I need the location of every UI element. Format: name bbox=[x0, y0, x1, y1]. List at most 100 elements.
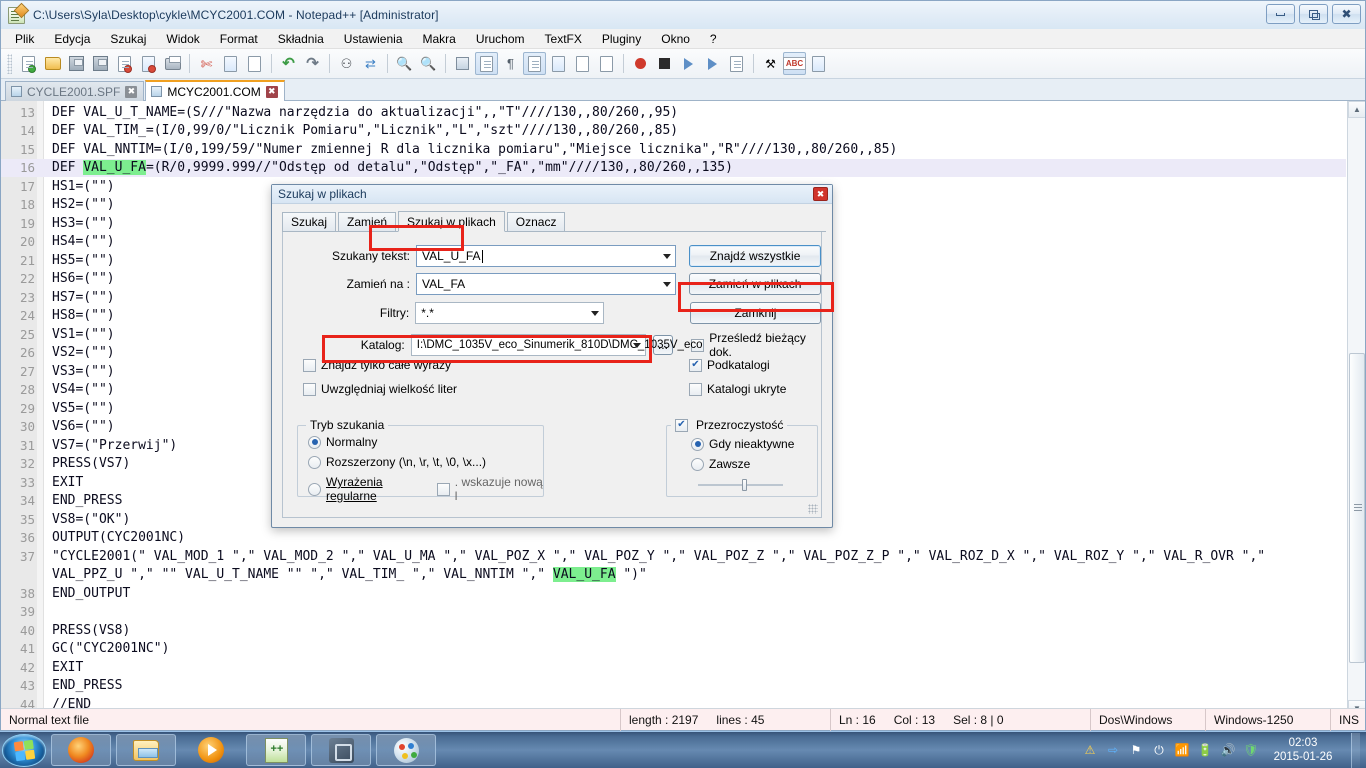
checkbox-hidden-directories[interactable]: Katalogi ukryte bbox=[689, 382, 786, 396]
save-macro-button[interactable] bbox=[725, 52, 748, 75]
menu-edycja[interactable]: Edycja bbox=[44, 30, 100, 48]
shield-ok-icon[interactable]: 🛡 bbox=[1243, 742, 1259, 758]
replace-in-files-button[interactable]: Zamień w plikach bbox=[689, 273, 821, 295]
find-in-files-dialog[interactable]: Szukaj w plikach ✖ Szukaj Zamień Szukaj … bbox=[271, 184, 834, 528]
transparency-title-row[interactable]: Przezroczystość bbox=[671, 418, 788, 432]
menu-ustawienia[interactable]: Ustawienia bbox=[334, 30, 413, 48]
user-lang-button[interactable] bbox=[547, 52, 570, 75]
undo-button[interactable]: ↶ bbox=[277, 52, 300, 75]
maximize-button[interactable] bbox=[1299, 4, 1328, 24]
start-button[interactable] bbox=[2, 733, 46, 767]
editor-line[interactable]: 40 PRESS(VS8) bbox=[1, 621, 1346, 640]
tab-szukaj-w-plikach[interactable]: Szukaj w plikach bbox=[398, 211, 505, 232]
editor-line[interactable]: 14 DEF VAL_TIM_=(I/0,99/0/"Licznik Pomiar… bbox=[1, 122, 1346, 141]
editor-line[interactable]: VAL_PPZ_U "," "" VAL_U_T_NAME "" "," VAL… bbox=[1, 566, 1346, 585]
radio-button[interactable] bbox=[308, 435, 321, 449]
flag-error-icon[interactable]: ⚑ bbox=[1128, 742, 1144, 758]
save-all-button[interactable] bbox=[89, 52, 112, 75]
editor-line[interactable]: 36 OUTPUT(CYC2001NC) bbox=[1, 529, 1346, 548]
cut-button[interactable]: ✄ bbox=[195, 52, 218, 75]
taskbar-clock[interactable]: 02:03 2015-01-26 bbox=[1266, 736, 1340, 764]
chevron-down-icon[interactable] bbox=[632, 343, 641, 348]
dialog-close-button[interactable]: ✖ bbox=[813, 187, 828, 201]
radio-when-inactive[interactable]: Gdy nieaktywne bbox=[691, 437, 794, 451]
tab-mcyc2001-com[interactable]: MCYC2001.COM ✖ bbox=[145, 80, 285, 101]
tab-zamien[interactable]: Zamień bbox=[338, 212, 397, 231]
editor-line[interactable]: 43 END_PRESS bbox=[1, 677, 1346, 696]
checkbox-track-current-doc[interactable]: Prześledź bieżący dok. bbox=[691, 331, 821, 359]
print-button[interactable] bbox=[161, 52, 184, 75]
toolbar-grip[interactable] bbox=[7, 53, 12, 74]
run-button[interactable]: ⚒ bbox=[759, 52, 782, 75]
sync-arrow-icon[interactable]: ⇨ bbox=[1105, 742, 1121, 758]
scroll-up-arrow-icon[interactable]: ▲ bbox=[1348, 101, 1365, 118]
func-list-button[interactable] bbox=[595, 52, 618, 75]
replace-button[interactable]: ⇄ bbox=[359, 52, 382, 75]
indent-guide-button[interactable] bbox=[523, 52, 546, 75]
sync-scroll-button[interactable] bbox=[451, 52, 474, 75]
scrollbar-thumb[interactable] bbox=[1349, 353, 1365, 663]
menu-skladnia[interactable]: Składnia bbox=[268, 30, 334, 48]
editor-line[interactable]: 42 EXIT bbox=[1, 658, 1346, 677]
window-titlebar[interactable]: C:\Users\Syla\Desktop\cykle\MCYC2001.COM… bbox=[1, 1, 1365, 29]
filters-input[interactable]: *.* bbox=[415, 302, 604, 324]
checkbox-box[interactable] bbox=[689, 358, 702, 372]
replace-input[interactable]: VAL_FA bbox=[416, 273, 677, 295]
network-signal-icon[interactable]: 📶 bbox=[1174, 742, 1190, 758]
editor-line[interactable]: 41 GC("CYC2001NC") bbox=[1, 640, 1346, 659]
spellcheck-button[interactable]: ABC bbox=[782, 52, 807, 75]
power-plug-icon[interactable]: ⏻ bbox=[1151, 742, 1167, 758]
checkbox-whole-words[interactable]: Znajdź tylko całe wyrazy bbox=[303, 358, 451, 372]
word-wrap-button[interactable] bbox=[475, 52, 498, 75]
paste-button[interactable] bbox=[243, 52, 266, 75]
radio-button[interactable] bbox=[691, 457, 704, 471]
slider-thumb[interactable] bbox=[742, 479, 747, 491]
menu-okno[interactable]: Okno bbox=[651, 30, 700, 48]
menu-plik[interactable]: Plik bbox=[5, 30, 44, 48]
radio-regex[interactable]: Wyrażenia regularne . wskazuje nową l bbox=[308, 475, 543, 503]
chevron-down-icon[interactable] bbox=[590, 311, 599, 316]
tab-szukaj[interactable]: Szukaj bbox=[282, 212, 337, 231]
menu-textfx[interactable]: TextFX bbox=[535, 30, 592, 48]
editor-line[interactable]: 37 "CYCLE2001(" VAL_MOD_1 "," VAL_MOD_2 "… bbox=[1, 547, 1346, 566]
checkbox-subdirectories[interactable]: Podkatalogi bbox=[689, 358, 770, 372]
tab-cycle2001-spf[interactable]: CYCLE2001.SPF ✖ bbox=[5, 81, 145, 101]
tab-close-icon[interactable]: ✖ bbox=[125, 85, 138, 98]
menu-uruchom[interactable]: Uruchom bbox=[466, 30, 535, 48]
taskbar-item-firefox[interactable] bbox=[51, 734, 111, 766]
checkbox-box[interactable] bbox=[689, 382, 702, 396]
taskbar-item-paint[interactable] bbox=[376, 734, 436, 766]
chevron-down-icon[interactable] bbox=[663, 282, 672, 287]
doc-map-button[interactable] bbox=[571, 52, 594, 75]
editor-line[interactable]: 15 DEF VAL_NNTIM=(I/0,199/59/"Numer zmien… bbox=[1, 140, 1346, 159]
show-desktop-button[interactable] bbox=[1351, 732, 1360, 768]
transparency-slider[interactable] bbox=[698, 479, 783, 491]
open-file-button[interactable] bbox=[41, 52, 64, 75]
find-input[interactable]: VAL_U_FA bbox=[416, 245, 677, 267]
menu-pluginy[interactable]: Pluginy bbox=[592, 30, 651, 48]
editor-vertical-scrollbar[interactable]: ▲ ▼ bbox=[1347, 101, 1365, 717]
editor-line[interactable]: 13 DEF VAL_U_T_NAME=(S///"Nazwa narzędzia… bbox=[1, 103, 1346, 122]
find-button[interactable]: ⚇ bbox=[335, 52, 358, 75]
plugin-manager-button[interactable] bbox=[807, 52, 830, 75]
zoom-out-button[interactable]: 🔍 bbox=[417, 52, 440, 75]
menu-help[interactable]: ? bbox=[700, 30, 727, 48]
volume-icon[interactable]: 🔊 bbox=[1220, 742, 1236, 758]
close-button[interactable]: ✖ bbox=[1332, 4, 1361, 24]
close-dialog-button[interactable]: Zamknij bbox=[689, 302, 821, 324]
checkbox-box-dot-matches-newline[interactable] bbox=[436, 482, 450, 496]
warning-triangle-icon[interactable]: ⚠ bbox=[1082, 742, 1098, 758]
tab-close-icon[interactable]: ✖ bbox=[265, 85, 278, 98]
show-all-chars-button[interactable]: ¶ bbox=[499, 52, 522, 75]
menu-widok[interactable]: Widok bbox=[156, 30, 209, 48]
chevron-down-icon[interactable] bbox=[663, 254, 672, 259]
editor-line[interactable]: 38 END_OUTPUT bbox=[1, 584, 1346, 603]
radio-button[interactable] bbox=[308, 482, 321, 496]
menu-format[interactable]: Format bbox=[210, 30, 268, 48]
new-file-button[interactable] bbox=[17, 52, 40, 75]
checkbox-box[interactable] bbox=[675, 418, 688, 432]
stop-macro-button[interactable] bbox=[653, 52, 676, 75]
play-macro-button[interactable] bbox=[677, 52, 700, 75]
radio-button[interactable] bbox=[691, 437, 704, 451]
zoom-in-button[interactable]: 🔍 bbox=[393, 52, 416, 75]
